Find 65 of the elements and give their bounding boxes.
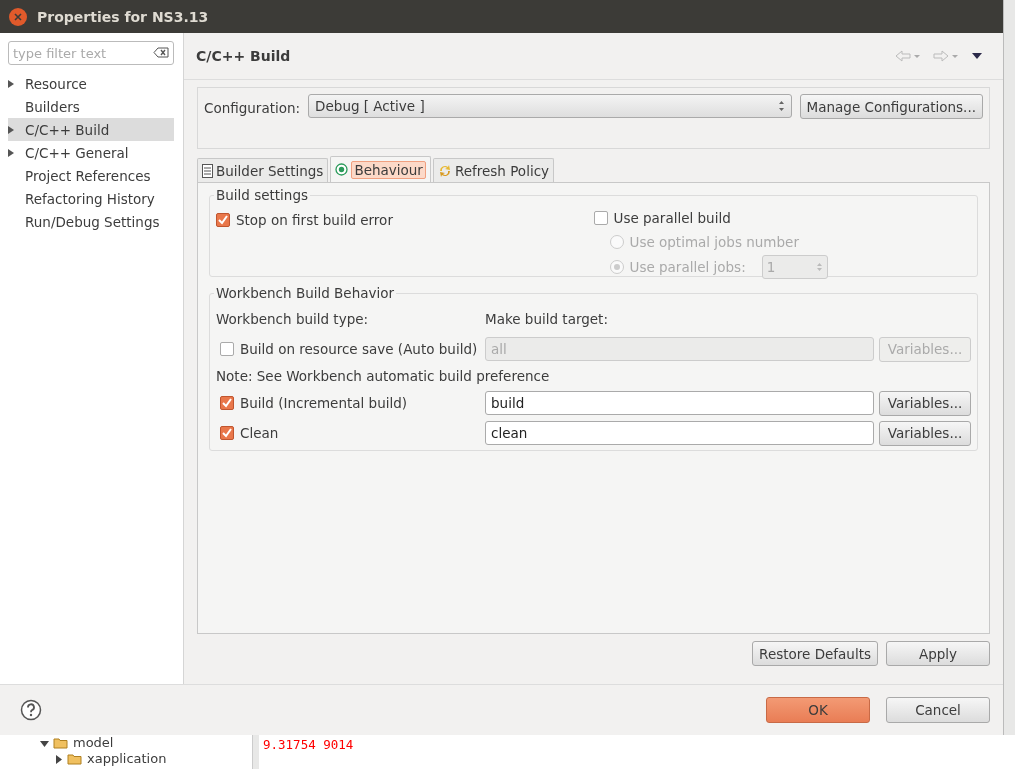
radio-label: Use parallel jobs: (629, 258, 746, 275)
folder-icon (53, 737, 69, 749)
back-arrow-icon (895, 50, 921, 62)
checkbox-label: Stop on first build error (236, 211, 393, 228)
radio-label: Use optimal jobs number (629, 233, 799, 250)
spinner-arrows-icon (815, 260, 823, 273)
checkbox[interactable] (216, 212, 230, 227)
menu-caret-icon (971, 52, 983, 60)
group-title: Workbench Build Behavior (214, 285, 396, 301)
variables-button[interactable]: Variables... (879, 420, 971, 446)
checkbox[interactable] (593, 211, 608, 225)
tree-item[interactable]: xapplication (54, 751, 252, 767)
sidebar-item[interactable]: Project References (8, 164, 174, 187)
checkbox[interactable] (220, 426, 234, 440)
configuration-label: Configuration: (204, 100, 301, 116)
checkbox-label: Clean (240, 425, 279, 441)
variables-button: Variables... (879, 336, 971, 362)
column-label: Workbench build type: (216, 311, 370, 327)
console-output: 9.31754 9014 (259, 735, 1015, 769)
clear-icon (153, 47, 169, 58)
checkbox[interactable] (220, 396, 234, 410)
target-field[interactable]: clean (485, 421, 874, 445)
sidebar-item[interactable]: Resource (8, 72, 174, 95)
filter-field[interactable]: type filter text (8, 41, 174, 65)
window-title: Properties for NS3.13 (37, 8, 209, 25)
dialog-button[interactable]: Cancel (886, 697, 990, 723)
checkbox-label: Use parallel build (613, 210, 731, 226)
checkbox-label: Build (Incremental build) (240, 395, 408, 411)
sidebar-item[interactable]: C/C++ General (8, 141, 174, 164)
tab[interactable]: Refresh Policy (432, 158, 555, 182)
expanded-arrow-icon (40, 738, 49, 748)
list-icon (202, 163, 213, 178)
close-icon (14, 12, 22, 21)
sidebar-item[interactable]: C/C++ Build (8, 118, 174, 141)
sidebar-item[interactable]: Run/Debug Settings (8, 210, 174, 233)
variables-button[interactable]: Variables... (879, 390, 971, 416)
column-label: Make build target: (485, 311, 609, 327)
checkbox-label: Build on resource save (Auto build) (240, 341, 478, 357)
jobs-spinner: 1 (761, 254, 828, 279)
radio-icon (335, 163, 349, 176)
tab[interactable]: Behaviour (330, 156, 431, 182)
forward-arrow-icon (933, 50, 959, 62)
tree-item[interactable]: model (40, 735, 252, 751)
expand-arrow-icon[interactable] (8, 125, 14, 134)
note-text: Note: See Workbench automatic build preference (216, 368, 551, 384)
collapsed-arrow-icon (54, 754, 63, 764)
refresh-icon (437, 163, 452, 178)
expand-arrow-icon[interactable] (8, 79, 14, 88)
page-button[interactable]: Restore Defaults (752, 641, 878, 666)
help-icon (20, 699, 42, 721)
tab[interactable]: Builder Settings (197, 158, 329, 182)
expand-arrow-icon[interactable] (8, 148, 14, 157)
target-field[interactable]: build (485, 391, 874, 415)
page-button[interactable]: Apply (886, 641, 990, 666)
dialog-button[interactable]: OK (766, 697, 870, 723)
manage-configurations-button[interactable]: Manage Configurations... (799, 94, 983, 119)
page-title: C/C++ Build (196, 48, 291, 64)
sidebar-item[interactable]: Builders (8, 95, 174, 118)
spinner-arrows-icon (777, 100, 785, 112)
target-field: all (485, 337, 874, 361)
group-title: Build settings (214, 187, 310, 203)
configuration-dropdown[interactable]: Debug [ Active ] (308, 94, 792, 118)
sidebar-item[interactable]: Refactoring History (8, 187, 174, 210)
folder-icon (67, 753, 83, 765)
close-button[interactable] (9, 7, 27, 26)
